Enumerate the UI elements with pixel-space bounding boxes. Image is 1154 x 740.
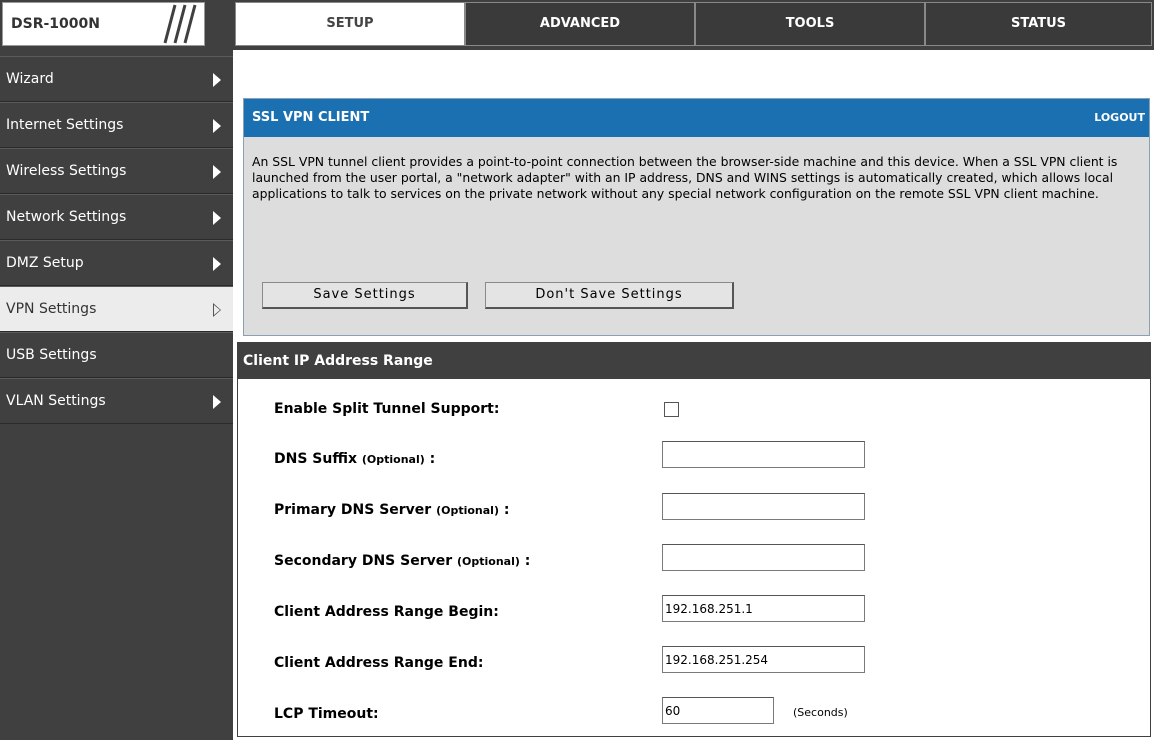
arrow-right-icon bbox=[213, 73, 221, 87]
sidebar-item-vpn-settings[interactable]: VPN Settings bbox=[0, 286, 233, 332]
save-settings-button[interactable]: Save Settings bbox=[262, 282, 468, 309]
primary-dns-input[interactable] bbox=[662, 493, 865, 520]
tab-setup[interactable]: SETUP bbox=[235, 2, 465, 46]
sidebar-item-label: Network Settings bbox=[6, 209, 127, 225]
dont-save-settings-button[interactable]: Don't Save Settings bbox=[485, 282, 734, 309]
brand-slashes-icon bbox=[163, 4, 197, 44]
lcp-timeout-input[interactable] bbox=[662, 697, 774, 724]
top-navigation-bar: DSR-1000N SETUP ADVANCED TOOLS STATUS bbox=[0, 0, 1154, 50]
lcp-timeout-unit: (Seconds) bbox=[793, 706, 848, 719]
sidebar-item-wizard[interactable]: Wizard bbox=[0, 56, 233, 102]
sidebar-item-label: VLAN Settings bbox=[6, 393, 106, 409]
sidebar-item-vlan-settings[interactable]: VLAN Settings bbox=[0, 378, 233, 424]
tab-advanced[interactable]: ADVANCED bbox=[465, 2, 695, 46]
arrow-right-outline-icon bbox=[213, 303, 221, 317]
sidebar-item-internet-settings[interactable]: Internet Settings bbox=[0, 102, 233, 148]
page-title: SSL VPN CLIENT bbox=[252, 110, 370, 125]
logout-link[interactable]: LOGOUT bbox=[1094, 111, 1145, 124]
main-content: SSL VPN CLIENT LOGOUT An SSL VPN tunnel … bbox=[233, 50, 1154, 740]
panel-header: SSL VPN CLIENT LOGOUT bbox=[244, 99, 1149, 137]
primary-dns-label: Primary DNS Server (Optional) : bbox=[274, 502, 510, 518]
ssl-vpn-client-panel: SSL VPN CLIENT LOGOUT An SSL VPN tunnel … bbox=[243, 98, 1150, 336]
panel-header: Client IP Address Range bbox=[238, 343, 1150, 379]
client-ip-address-range-panel: Client IP Address Range Enable Split Tun… bbox=[237, 342, 1151, 737]
sidebar-item-label: VPN Settings bbox=[6, 301, 97, 317]
sidebar: Wizard Internet Settings Wireless Settin… bbox=[0, 50, 233, 740]
section-title: Client IP Address Range bbox=[243, 353, 433, 369]
range-begin-label: Client Address Range Begin: bbox=[274, 604, 499, 620]
dns-suffix-input[interactable] bbox=[662, 441, 865, 468]
panel-description: An SSL VPN tunnel client provides a poin… bbox=[252, 154, 1118, 201]
sidebar-item-label: Wireless Settings bbox=[6, 163, 127, 179]
range-begin-input[interactable] bbox=[662, 595, 865, 622]
secondary-dns-label: Secondary DNS Server (Optional) : bbox=[274, 553, 531, 569]
tab-status[interactable]: STATUS bbox=[925, 2, 1152, 46]
tab-tools[interactable]: TOOLS bbox=[695, 2, 925, 46]
range-end-label: Client Address Range End: bbox=[274, 655, 484, 671]
sidebar-item-dmz-setup[interactable]: DMZ Setup bbox=[0, 240, 233, 286]
device-model-name: DSR-1000N bbox=[11, 16, 100, 32]
arrow-right-icon bbox=[213, 257, 221, 271]
range-end-input[interactable] bbox=[662, 646, 865, 673]
sidebar-item-label: USB Settings bbox=[6, 347, 97, 363]
sidebar-item-label: Internet Settings bbox=[6, 117, 124, 133]
arrow-right-icon bbox=[213, 165, 221, 179]
sidebar-item-label: Wizard bbox=[6, 71, 54, 87]
lcp-timeout-label: LCP Timeout: bbox=[274, 706, 379, 722]
secondary-dns-input[interactable] bbox=[662, 544, 865, 571]
sidebar-item-wireless-settings[interactable]: Wireless Settings bbox=[0, 148, 233, 194]
arrow-right-icon bbox=[213, 395, 221, 409]
arrow-right-icon bbox=[213, 119, 221, 133]
device-model-box: DSR-1000N bbox=[2, 2, 205, 46]
sidebar-item-label: DMZ Setup bbox=[6, 255, 84, 271]
dns-suffix-label: DNS Suffix (Optional) : bbox=[274, 451, 436, 467]
sidebar-item-network-settings[interactable]: Network Settings bbox=[0, 194, 233, 240]
split-tunnel-checkbox[interactable] bbox=[664, 402, 679, 417]
sidebar-item-usb-settings[interactable]: USB Settings bbox=[0, 332, 233, 378]
split-tunnel-label: Enable Split Tunnel Support: bbox=[274, 401, 500, 417]
arrow-right-icon bbox=[213, 211, 221, 225]
